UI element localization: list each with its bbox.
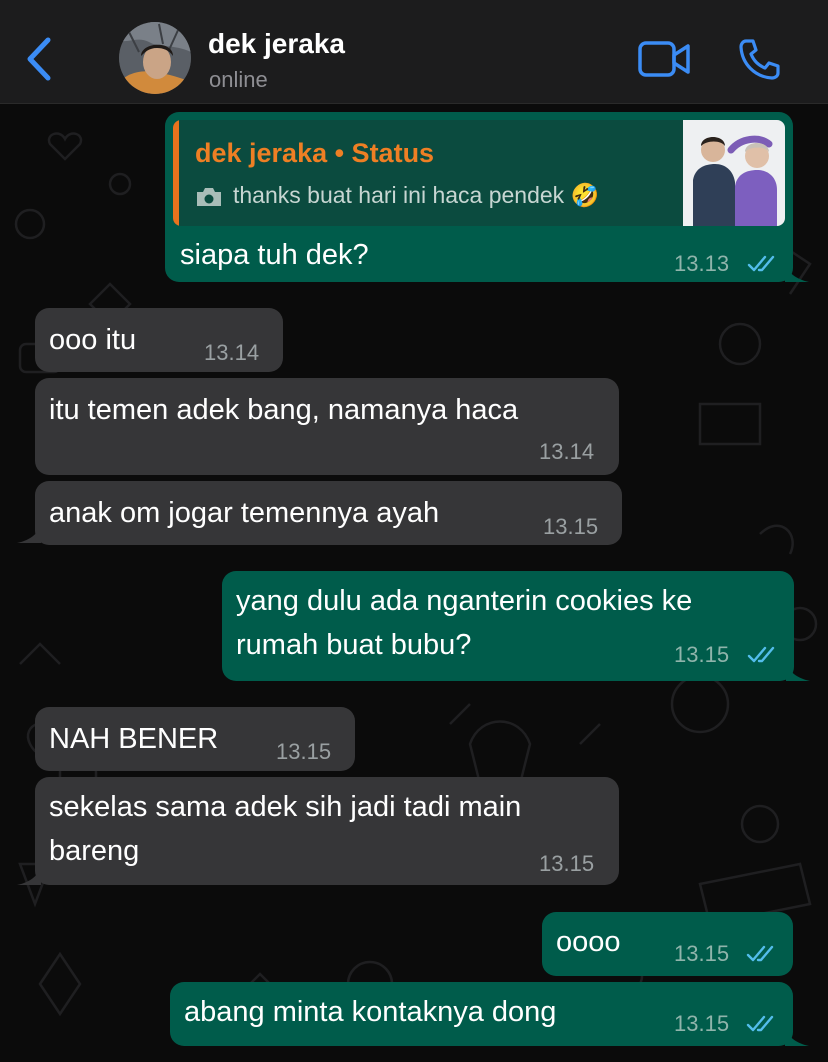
message-text: sekelas sama adek sih jadi tadi main bbox=[49, 791, 522, 823]
avatar[interactable] bbox=[119, 22, 191, 94]
message-text: NAH BENER bbox=[49, 723, 219, 755]
message-time: 13.14 bbox=[539, 439, 595, 464]
quote-title: dek jeraka • Status bbox=[195, 138, 435, 168]
message-bubble-outgoing[interactable]: dek jeraka • Status thanks buat hari ini… bbox=[165, 112, 809, 282]
message-text: yang dulu ada nganterin cookies ke bbox=[236, 585, 693, 617]
message-text: rumah buat bubu? bbox=[236, 629, 472, 661]
message-time: 13.15 bbox=[543, 514, 599, 539]
message-bubble-outgoing[interactable]: oooo 13.15 bbox=[542, 912, 793, 976]
message-text: siapa tuh dek? bbox=[180, 239, 369, 271]
quoted-status[interactable]: dek jeraka • Status thanks buat hari ini… bbox=[173, 120, 785, 226]
double-check-icon bbox=[747, 646, 775, 663]
double-check-icon bbox=[746, 1015, 774, 1032]
double-check-icon bbox=[747, 255, 775, 272]
message-text: bareng bbox=[49, 835, 140, 867]
message-list[interactable]: dek jeraka • Status thanks buat hari ini… bbox=[0, 104, 828, 1057]
bubble-tail bbox=[17, 523, 41, 543]
message-bubble-outgoing[interactable]: yang dulu ada nganterin cookies ke rumah… bbox=[222, 571, 810, 681]
bubble-tail bbox=[17, 865, 41, 885]
message-time: 13.15 bbox=[276, 739, 332, 764]
back-chevron-icon[interactable] bbox=[22, 36, 56, 82]
status-thumbnail bbox=[683, 120, 785, 226]
double-check-icon bbox=[746, 945, 774, 962]
message-time: 13.15 bbox=[539, 851, 595, 876]
message-bubble-incoming[interactable]: anak om jogar temennya ayah 13.15 bbox=[17, 481, 622, 545]
message-text: itu temen adek bang, namanya haca bbox=[49, 394, 519, 426]
message-text: ooo itu bbox=[49, 324, 137, 356]
message-bubble-incoming[interactable]: NAH BENER 13.15 bbox=[35, 707, 355, 771]
message-bubble-incoming[interactable]: sekelas sama adek sih jadi tadi main bar… bbox=[17, 777, 619, 885]
bubble-tail bbox=[785, 1026, 809, 1046]
phone-icon[interactable] bbox=[737, 37, 781, 81]
message-time: 13.13 bbox=[674, 251, 730, 276]
message-time: 13.15 bbox=[674, 1011, 730, 1036]
quote-accent-bar bbox=[173, 120, 179, 226]
quote-text: thanks buat hari ini haca pendek 🤣 bbox=[233, 182, 600, 208]
chat-header: dek jeraka online bbox=[0, 0, 828, 104]
message-bubble-outgoing[interactable]: abang minta kontaknya dong 13.15 bbox=[170, 982, 809, 1046]
camera-icon bbox=[197, 188, 221, 206]
message-text: oooo bbox=[556, 926, 621, 958]
message-time: 13.15 bbox=[674, 642, 730, 667]
video-call-icon[interactable] bbox=[637, 40, 691, 78]
message-time: 13.14 bbox=[204, 340, 260, 365]
contact-name[interactable]: dek jeraka bbox=[208, 28, 345, 60]
bubble-tail bbox=[785, 262, 809, 282]
contact-status: online bbox=[209, 67, 268, 92]
message-bubble-incoming[interactable]: ooo itu 13.14 bbox=[35, 308, 283, 372]
bubble-tail bbox=[786, 661, 810, 681]
message-text: anak om jogar temennya ayah bbox=[49, 497, 440, 529]
message-bubble-incoming[interactable]: itu temen adek bang, namanya haca 13.14 bbox=[35, 378, 619, 475]
message-time: 13.15 bbox=[674, 941, 730, 966]
message-text: abang minta kontaknya dong bbox=[184, 996, 557, 1028]
